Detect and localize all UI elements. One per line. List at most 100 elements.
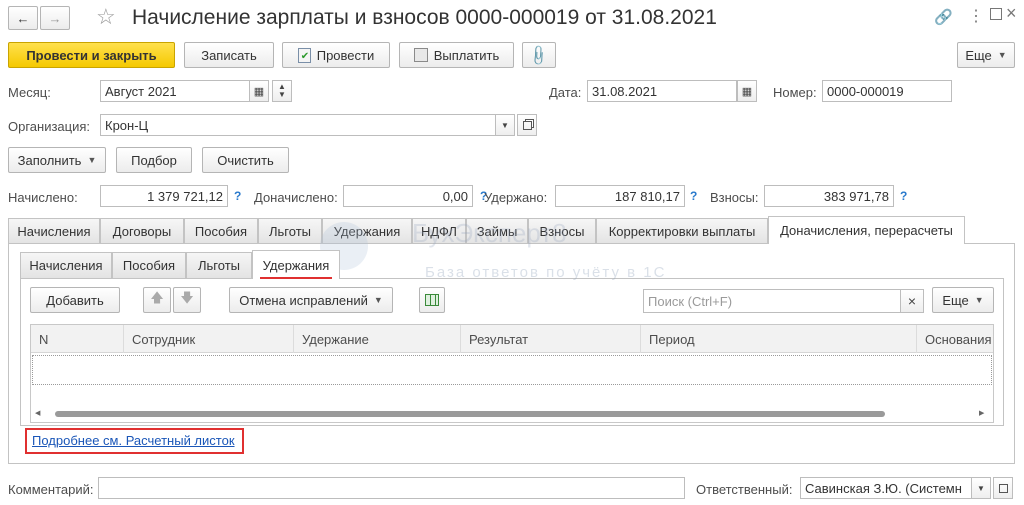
chevron-down-icon: ▼	[87, 155, 97, 165]
select-button[interactable]: Подбор	[116, 147, 192, 173]
tab-contracts[interactable]: Договоры	[100, 218, 184, 244]
date-field[interactable]: 31.08.2021	[587, 80, 737, 102]
page-title: Начисление зарплаты и взносов 0000-00001…	[132, 6, 717, 29]
contributions-field: 383 971,78	[764, 185, 894, 207]
move-down-button[interactable]: 🡇	[173, 287, 201, 313]
number-label: Номер:	[773, 85, 817, 100]
search-clear-button[interactable]: ×	[900, 289, 924, 313]
withheld-help-icon[interactable]: ?	[690, 189, 697, 203]
number-field[interactable]: 0000-000019	[822, 80, 952, 102]
deductions-table[interactable]: N Сотрудник Удержание Результат Период О…	[30, 324, 994, 423]
table-header: N Сотрудник Удержание Результат Период О…	[31, 325, 993, 353]
post-button-label: Провести	[316, 47, 375, 63]
arrow-left-icon: ←	[16, 10, 30, 26]
scroll-left-icon[interactable]: ◀	[35, 409, 40, 417]
pay-button-label: Выплатить	[433, 47, 500, 63]
chevron-down-icon: ▼	[501, 120, 509, 130]
horizontal-scrollbar[interactable]	[55, 411, 885, 417]
date-label: Дата:	[549, 85, 582, 100]
responsible-label: Ответственный:	[696, 482, 793, 497]
organization-field[interactable]: Крон-Ц	[100, 114, 496, 136]
arrow-down-icon: 🡇	[180, 290, 194, 305]
spreadsheet-button[interactable]	[419, 287, 445, 313]
payment-icon	[413, 48, 428, 62]
chevron-down-icon: ▼	[373, 295, 383, 305]
attach-file-button[interactable]: 📎	[522, 42, 556, 68]
move-up-button[interactable]: 🡅	[143, 287, 171, 313]
maximize-icon[interactable]	[990, 8, 1002, 20]
stepper-down-icon: ▼	[278, 90, 286, 99]
month-field[interactable]: Август 2021	[100, 80, 250, 102]
withheld-label: Удержано:	[484, 190, 548, 205]
search-placeholder: Поиск (Ctrl+F)	[648, 293, 733, 309]
clear-button[interactable]: Очистить	[202, 147, 289, 173]
paperclip-icon: 📎	[527, 42, 552, 67]
organization-open-button[interactable]	[517, 114, 537, 136]
open-form-icon	[998, 483, 1008, 493]
contributions-help-icon[interactable]: ?	[900, 189, 907, 203]
table-row[interactable]	[32, 355, 992, 385]
comment-field[interactable]	[98, 477, 685, 499]
fill-button[interactable]: Заполнить ▼	[8, 147, 106, 173]
scroll-right-icon[interactable]: ▶	[979, 409, 984, 417]
accrued-label: Начислено:	[8, 190, 78, 205]
pay-button[interactable]: Выплатить	[399, 42, 514, 68]
table-more-label: Еще	[942, 292, 969, 308]
more-menu-icon[interactable]: ⋮	[968, 6, 984, 26]
responsible-open-button[interactable]	[993, 477, 1013, 499]
watermark-title: БухЭксперт8	[412, 218, 567, 248]
forward-button[interactable]: →	[40, 6, 70, 30]
cancel-corrections-button[interactable]: Отмена исправлений ▼	[229, 287, 393, 313]
subtab-deductions-underline	[260, 277, 332, 279]
favorite-star-icon[interactable]: ☆	[96, 4, 116, 30]
save-button[interactable]: Записать	[184, 42, 274, 68]
column-header-period[interactable]: Период	[641, 325, 917, 353]
watermark-subtitle: База ответов по учёту в 1С	[425, 264, 667, 281]
month-calendar-button[interactable]: ▦	[249, 80, 269, 102]
month-stepper[interactable]: ▲ ▼	[272, 80, 292, 102]
column-header-n[interactable]: N	[31, 325, 124, 353]
link-icon[interactable]: 🔗	[934, 8, 953, 26]
tab-recalculations[interactable]: Доначисления, перерасчеты	[768, 216, 965, 244]
subtab-deductions[interactable]: Удержания	[252, 250, 340, 279]
more-button-label: Еще	[965, 47, 992, 63]
table-more-button[interactable]: Еще ▼	[932, 287, 994, 313]
close-icon: ×	[907, 293, 917, 309]
search-input[interactable]: Поиск (Ctrl+F)	[643, 289, 901, 313]
accrued-help-icon[interactable]: ?	[234, 189, 241, 203]
subtab-privileges[interactable]: Льготы	[186, 252, 252, 278]
more-button[interactable]: Еще ▼	[957, 42, 1015, 68]
calendar-icon: ▦	[741, 85, 753, 98]
additional-label: Доначислено:	[254, 190, 338, 205]
close-icon[interactable]: ×	[1006, 3, 1017, 24]
responsible-dropdown-button[interactable]: ▼	[971, 477, 991, 499]
tab-accruals[interactable]: Начисления	[8, 218, 100, 244]
comment-label: Комментарий:	[8, 482, 94, 497]
tab-benefits[interactable]: Пособия	[184, 218, 258, 244]
column-header-result[interactable]: Результат	[461, 325, 641, 353]
post-button[interactable]: ✔ Провести	[282, 42, 390, 68]
subtab-benefits[interactable]: Пособия	[112, 252, 186, 278]
column-header-employee[interactable]: Сотрудник	[124, 325, 294, 353]
add-button[interactable]: Добавить	[30, 287, 120, 313]
chevron-down-icon: ▼	[974, 295, 984, 305]
arrow-right-icon: →	[48, 10, 62, 26]
accrued-field: 1 379 721,12	[100, 185, 228, 207]
post-and-close-button[interactable]: Провести и закрыть	[8, 42, 175, 68]
chevron-down-icon: ▼	[997, 50, 1007, 60]
column-header-deduction[interactable]: Удержание	[294, 325, 461, 353]
back-button[interactable]: ←	[8, 6, 38, 30]
date-calendar-button[interactable]: ▦	[737, 80, 757, 102]
organization-label: Организация:	[8, 119, 91, 134]
column-header-basis[interactable]: Основания	[917, 325, 993, 353]
payslip-link[interactable]: Подробнее см. Расчетный листок	[32, 433, 235, 448]
calendar-icon: ▦	[253, 85, 265, 98]
subtab-accruals[interactable]: Начисления	[20, 252, 112, 278]
open-form-icon	[522, 120, 532, 130]
responsible-field[interactable]: Савинская З.Ю. (Системн	[800, 477, 972, 499]
additional-field: 0,00	[343, 185, 473, 207]
tab-payment-adjustments[interactable]: Корректировки выплаты	[596, 218, 768, 244]
organization-dropdown-button[interactable]: ▼	[495, 114, 515, 136]
tab-privileges[interactable]: Льготы	[258, 218, 322, 244]
chevron-down-icon: ▼	[977, 483, 985, 493]
